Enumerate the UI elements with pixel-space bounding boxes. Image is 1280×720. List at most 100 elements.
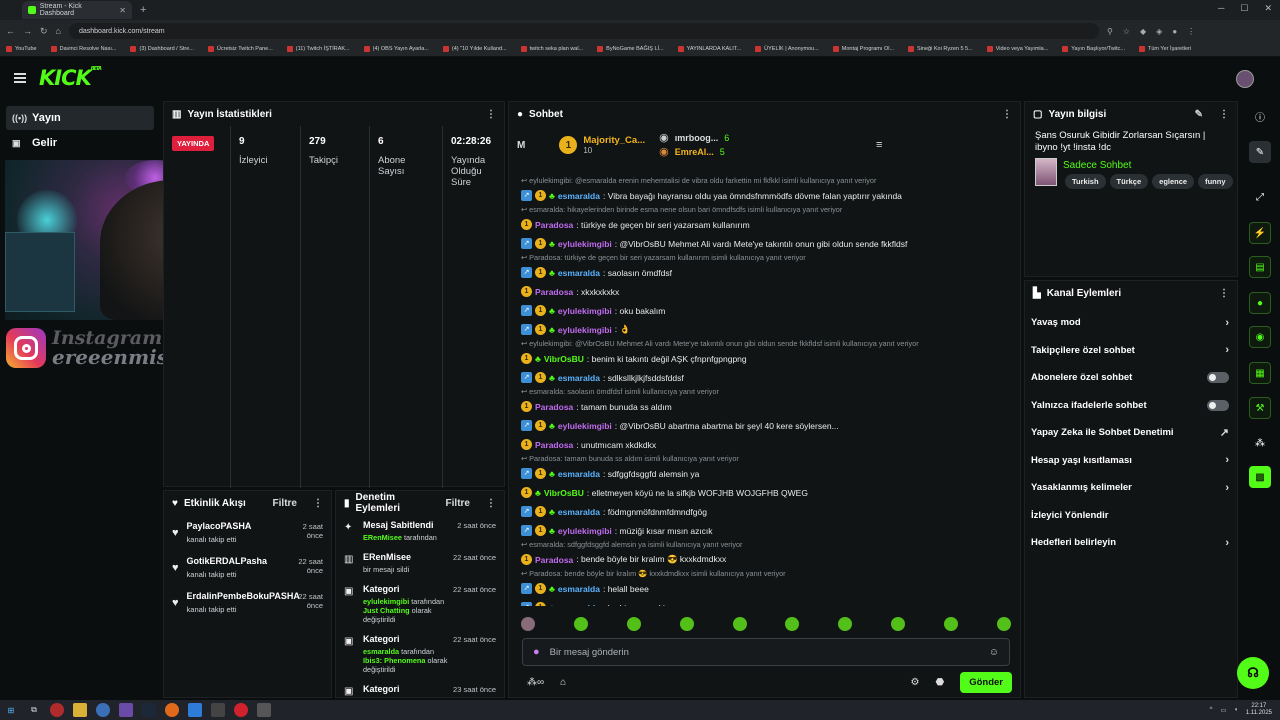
emote-icon[interactable]	[785, 617, 800, 631]
chat-message[interactable]: 1 ♣ VibrOsBU: benim ki takıntı değil AŞK ç…	[521, 349, 1011, 368]
chat-username[interactable]: esmaralda	[558, 373, 600, 383]
moderation-category[interactable]: Just Chatting	[363, 606, 410, 615]
back-icon[interactable]: ←	[6, 26, 15, 36]
chat-message[interactable]: ↗ 1 ♣ eylulekimgibi: @VibrOsBU abartma abar…	[521, 416, 1011, 435]
chat-username[interactable]: esmaralda	[558, 268, 600, 278]
chat-username[interactable]: eylulekimgibi	[558, 306, 612, 316]
forward-icon[interactable]: →	[23, 26, 32, 36]
chat-username[interactable]: esmaralda	[558, 603, 600, 607]
chat-username[interactable]: esmaralda	[558, 507, 600, 517]
moderation-item[interactable]: ▥ ERenMisee bir mesajı sildi 22 saat önce	[336, 547, 504, 579]
sort-icon[interactable]: ≡	[876, 139, 882, 151]
chat-username[interactable]: esmaralda	[558, 191, 600, 201]
more-options-icon[interactable]: ⋮	[313, 498, 323, 509]
leader-second[interactable]: ◉ ımrboog... 6	[659, 131, 729, 145]
network-icon[interactable]: ▭	[1220, 707, 1226, 714]
microphone-icon[interactable]: ●	[533, 646, 540, 658]
emote-icon[interactable]	[944, 617, 958, 631]
bookmark-item[interactable]: ÜYELİK | Anonymou...	[755, 46, 819, 52]
bookmark-item[interactable]: twitch seka plan wal...	[520, 46, 583, 52]
hamburger-menu-icon[interactable]	[14, 71, 26, 85]
store-icon[interactable]: ⌂	[560, 677, 566, 688]
bookmark-item[interactable]: (4) OBS Yayın Ayarla...	[363, 46, 429, 52]
info-icon[interactable]: ⓘ	[1249, 105, 1271, 127]
tag[interactable]: Turkish	[1065, 174, 1106, 189]
obs-app-icon[interactable]	[50, 703, 64, 717]
send-button[interactable]: Gönder	[960, 671, 1012, 693]
bookmark-item[interactable]: Montaj Programı Ol...	[832, 46, 894, 52]
moderation-item[interactable]: ▣ Kategori eylulekimgibi tarafından Just C…	[336, 579, 504, 629]
chat-message[interactable]: ↗ 1 ♣ esmaralda: helall beee	[521, 579, 1011, 598]
chat-message[interactable]: ↗ 1 ♣ esmaralda: Vibra bayağı hayransu oldu…	[521, 186, 1011, 205]
chat-username[interactable]: esmaralda	[558, 469, 600, 479]
filter-button[interactable]: Filtre	[273, 498, 297, 509]
toggle-switch[interactable]	[1207, 372, 1229, 384]
chat-username[interactable]: Paradosa	[535, 440, 573, 450]
activity-item[interactable]: ♥ GotikERDALPasha kanalı takip etti 22 saat…	[164, 550, 331, 585]
chat-username[interactable]: VibrOsBU	[544, 354, 584, 364]
bookmark-item[interactable]: Tüm Yer İşaretleri	[1139, 46, 1191, 52]
channel-action-item[interactable]: Hesap yaşı kısıtlaması ›	[1025, 447, 1237, 475]
broadcast-icon[interactable]: ◉	[1249, 326, 1271, 348]
discord-app-icon[interactable]	[119, 703, 133, 717]
emote-icon[interactable]	[573, 617, 588, 631]
steam-app-icon[interactable]	[142, 703, 156, 717]
bookmark-item[interactable]: (4) "10 Yılde Kulland...	[442, 46, 507, 52]
app-icon[interactable]	[188, 703, 202, 717]
chat-message[interactable]: 1 Paradosa: xkxkxkxkx	[521, 282, 1011, 301]
app-icon[interactable]	[211, 703, 225, 717]
channel-action-item[interactable]: Yavaş mod ›	[1025, 309, 1237, 337]
profile-icon[interactable]: ●	[1172, 27, 1177, 36]
chat-message[interactable]: 1 Paradosa: unutmıcam xkdkdkx	[521, 435, 1011, 454]
bookmark-item[interactable]: (11) Twitch İŞTİRAK...	[286, 46, 350, 52]
chat-username[interactable]: esmaralda	[558, 584, 600, 594]
chat-message[interactable]: 1 ♣ VibrOsBU: elletmeyen köyü ne la sifkjb…	[521, 483, 1011, 502]
printer-icon[interactable]: ▦	[1249, 362, 1271, 384]
category-name[interactable]: Sadece Sohbet	[1063, 160, 1131, 171]
bookmark-item[interactable]: ByNoGame BAĞIŞ Lİ...	[597, 46, 664, 52]
star-icon[interactable]: ☆	[1123, 27, 1130, 36]
more-options-icon[interactable]: ⋮	[1219, 288, 1229, 299]
emote-icon[interactable]	[626, 617, 641, 631]
firefox-app-icon[interactable]	[165, 703, 179, 717]
url-field[interactable]: dashboard.kick.com/stream	[68, 23, 1099, 39]
tag[interactable]: Türkçe	[1109, 174, 1149, 189]
close-window-icon[interactable]: ✕	[1264, 3, 1272, 14]
emoji-icon[interactable]: ☺	[989, 647, 999, 658]
extension-icon[interactable]: ◆	[1140, 27, 1146, 36]
settings-icon[interactable]: ⚙	[911, 677, 920, 688]
clapper-icon[interactable]: ▩	[1249, 466, 1271, 488]
channel-action-item[interactable]: Yasaklanmış kelimeler ›	[1025, 474, 1237, 502]
chat-username[interactable]: eylulekimgibi	[558, 421, 612, 431]
channel-action-item[interactable]: İzleyici Yönlendir	[1025, 502, 1237, 530]
chat-message[interactable]: ↗ 1 ♣ esmaralda: sdfggfdsggfd alemsin ya	[521, 464, 1011, 483]
more-options-icon[interactable]: ⋮	[486, 109, 496, 120]
bookmark-item[interactable]: YouTube	[6, 46, 37, 52]
chevron-right-icon[interactable]: ›	[1225, 482, 1229, 494]
menu-icon[interactable]: ⋮	[1187, 27, 1195, 36]
chat-message[interactable]: ↗ 1 ♣ eylulekimgibi: oku bakalım	[521, 301, 1011, 320]
chat-username[interactable]: Paradosa	[535, 402, 573, 412]
puzzle-icon[interactable]: ◈	[1156, 27, 1162, 36]
edit-icon[interactable]: ✎	[1195, 109, 1203, 120]
emote-icon[interactable]	[838, 617, 853, 631]
bookmark-item[interactable]: (3) Dashboard / Stre...	[130, 46, 194, 52]
home-icon[interactable]: ⌂	[56, 26, 61, 36]
moderation-user[interactable]: eylulekimgibi	[363, 597, 409, 606]
clock[interactable]: 22:17 1.11.2025	[1246, 703, 1272, 717]
chat-message[interactable]: ↗ 1 ♣ esmaralda: sdlksllkjlkjfsddsfddsf	[521, 368, 1011, 387]
wrench-icon[interactable]: ⚒	[1249, 397, 1271, 419]
support-button[interactable]: ☊	[1237, 657, 1269, 689]
tag[interactable]: eglence	[1152, 174, 1195, 189]
channel-action-item[interactable]: Takipçilere özel sohbet ›	[1025, 337, 1237, 365]
chat-username[interactable]: Paradosa	[535, 220, 573, 230]
user-avatar[interactable]	[1236, 70, 1254, 88]
new-tab-icon[interactable]: +	[140, 4, 146, 16]
reload-icon[interactable]: ↻	[40, 26, 48, 37]
chat-username[interactable]: eylulekimgibi	[558, 526, 612, 536]
chat-message[interactable]: 1 Paradosa: türkiye de geçen bir seri yaz…	[521, 215, 1011, 234]
more-options-icon[interactable]: ⋮	[1002, 109, 1012, 120]
bookmark-item[interactable]: Video veya Yayımla...	[986, 46, 1048, 52]
emote-icon[interactable]	[996, 617, 1011, 631]
chat-message[interactable]: 1 Paradosa: bende böyle bir kralım 😎 kxxk…	[521, 550, 1011, 569]
